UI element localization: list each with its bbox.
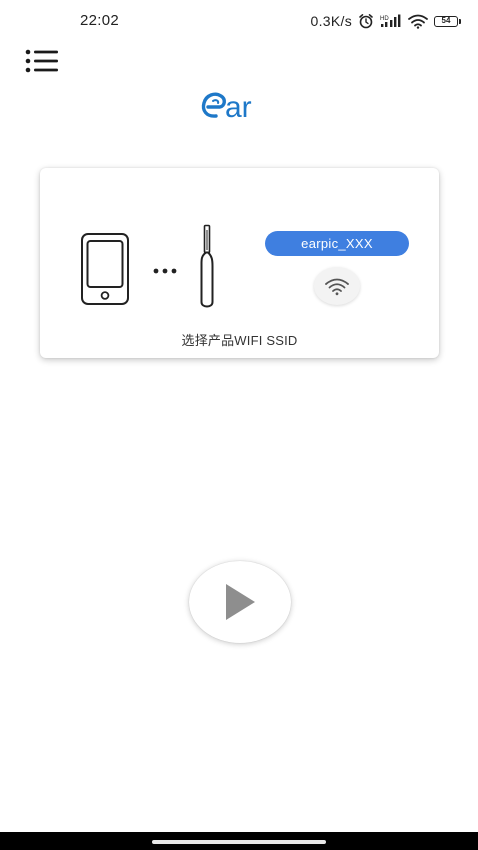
alarm-icon — [358, 13, 374, 29]
card-caption: 选择产品WIFI SSID — [181, 333, 298, 348]
phone-icon — [80, 232, 130, 311]
ssid-button[interactable]: earpic_XXX — [265, 231, 409, 256]
play-button[interactable] — [189, 561, 291, 643]
connection-card: earpic_XXX 选择产品WIFI SSID — [40, 168, 439, 358]
menu-button[interactable] — [22, 46, 62, 76]
home-indicator[interactable] — [152, 840, 326, 844]
wifi-icon — [408, 14, 428, 29]
status-icons: 0.3K/s HD 54 — [310, 10, 461, 32]
network-speed: 0.3K/s — [310, 13, 352, 29]
earpick-device-icon — [198, 224, 222, 313]
status-time: 22:02 — [80, 12, 120, 29]
svg-text:HD: HD — [380, 16, 389, 22]
ear-logo: ar — [196, 86, 286, 130]
menu-icon — [25, 49, 58, 73]
signal-icon: HD — [380, 14, 402, 28]
battery-level: 54 — [441, 16, 451, 25]
navigation-bar — [0, 832, 478, 850]
play-icon — [226, 584, 255, 620]
connection-dots-icon — [152, 262, 180, 280]
wifi-icon — [314, 267, 360, 305]
status-bar: 22:02 0.3K/s HD 54 — [0, 0, 478, 40]
svg-text:ar: ar — [225, 91, 252, 124]
battery-icon: 54 — [434, 15, 461, 27]
